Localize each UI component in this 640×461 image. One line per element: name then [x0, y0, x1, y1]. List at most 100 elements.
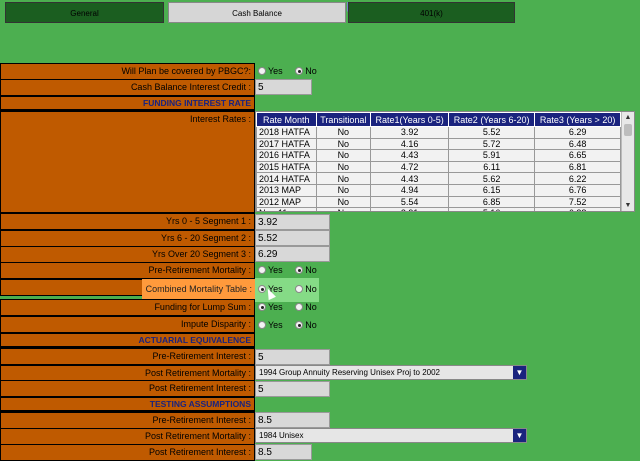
table-cell: 6.65 [534, 149, 621, 162]
col-rate2: Rate2 (Years 6-20) [448, 112, 536, 127]
radio-icon[interactable] [295, 303, 304, 311]
seg3-label: Yrs Over 20 Segment 3 : [0, 246, 255, 263]
table-row[interactable]: 2013 MAP No 4.94 6.15 6.76 [256, 183, 621, 197]
seg2-input[interactable]: 5.52 [255, 230, 330, 246]
table-scrollbar[interactable]: ▲ ▼ [621, 112, 634, 211]
radio-icon[interactable] [258, 321, 266, 329]
interest-rates-label: Interest Rates : [0, 111, 255, 213]
seg3-input[interactable]: 6.29 [255, 246, 330, 262]
table-cell: No [315, 126, 372, 139]
pbgc-label: Will Plan be covered by PBGC?: [0, 63, 255, 80]
table-cell: 4.43 [370, 172, 450, 185]
scroll-up-icon[interactable]: ▲ [622, 112, 634, 123]
ta-post-mort-select[interactable]: 1984 Unisex ▼ [255, 428, 527, 443]
table-cell: No [315, 149, 372, 162]
table-cell: 2017 HATFA [256, 137, 317, 151]
tab-401k[interactable]: 401(k) [348, 2, 515, 23]
ta-post-mort-label: Post Retirement Mortality : [0, 428, 255, 445]
table-row[interactable]: 2016 HATFA No 4.43 5.91 6.65 [256, 149, 621, 162]
table-cell: 4.16 [370, 137, 450, 151]
impute-no[interactable]: No [295, 320, 317, 330]
table-cell: 4.43 [370, 149, 450, 162]
ta-post-int-label: Post Retirement Interest : [0, 444, 255, 461]
ae-post-int-input[interactable]: 5 [255, 381, 330, 397]
impute-radio-group[interactable]: Yes No [258, 317, 327, 333]
ta-pre-int-label: Pre-Retirement Interest : [0, 412, 255, 429]
col-rate1: Rate1(Years 0-5) [370, 112, 450, 127]
table-cell: 5.91 [448, 149, 536, 162]
table-cell: No [315, 195, 372, 209]
table-cell: 2018 HATFA [256, 126, 317, 139]
ae-pre-int-input[interactable]: 5 [255, 349, 330, 365]
table-cell: 3.92 [370, 126, 450, 139]
table-cell: 6.15 [448, 183, 536, 197]
tab-general[interactable]: General [5, 2, 164, 23]
table-cell: 4.72 [370, 160, 450, 174]
comb-mort-no[interactable]: No [295, 284, 317, 294]
actuarial-equivalence-header: ACTUARIAL EQUIVALENCE [0, 333, 255, 348]
table-cell: 5.54 [370, 195, 450, 209]
tab-cash-balance[interactable]: Cash Balance [168, 2, 346, 23]
table-row[interactable]: 2015 HATFA No 4.72 6.11 6.81 [256, 160, 621, 174]
pre-mort-yes[interactable]: Yes [258, 265, 283, 275]
pre-mort-no[interactable]: No [295, 265, 317, 275]
table-cell: No [315, 172, 372, 185]
ta-post-int-input[interactable]: 8.5 [255, 444, 312, 460]
table-row[interactable]: Nov-11No2.915.166.28 [256, 207, 621, 211]
table-cell: 6.48 [534, 137, 621, 151]
table-cell: 2016 HATFA [256, 149, 317, 162]
table-cell: 5.62 [448, 172, 536, 185]
table-row[interactable]: 2018 HATFA No 3.92 5.52 6.29 [256, 126, 621, 139]
radio-icon[interactable] [258, 303, 266, 311]
table-cell: No [315, 207, 372, 211]
interest-rates-table[interactable]: Rate Month Transitional Rate1(Years 0-5)… [255, 111, 635, 212]
table-cell: 4.94 [370, 183, 450, 197]
pbgc-no[interactable]: No [295, 66, 317, 76]
table-cell: Nov-11 [256, 207, 317, 211]
table-cell: 5.16 [448, 207, 536, 211]
lump-yes[interactable]: Yes [258, 302, 283, 312]
table-cell: No [315, 137, 372, 151]
comb-mort-label: Combined Mortality Table : [142, 279, 255, 299]
impute-yes[interactable]: Yes [258, 320, 283, 330]
table-cell: 6.11 [448, 160, 536, 174]
table-cell: 6.81 [534, 160, 621, 174]
col-rate3: Rate3 (Years > 20) [534, 112, 621, 127]
col-transitional: Transitional [315, 112, 372, 127]
radio-icon[interactable] [258, 266, 266, 274]
radio-icon[interactable] [295, 266, 304, 274]
testing-assumptions-header: TESTING ASSUMPTIONS [0, 397, 255, 412]
chevron-down-icon[interactable]: ▼ [513, 366, 526, 379]
seg2-label: Yrs 6 - 20 Segment 2 : [0, 230, 255, 247]
table-cell: 2014 HATFA [256, 172, 317, 185]
funding-interest-rate-header: FUNDING INTEREST RATE [0, 96, 255, 111]
table-cell: 7.52 [534, 195, 621, 209]
scroll-thumb[interactable] [624, 124, 632, 136]
radio-icon[interactable] [295, 285, 304, 293]
lump-radio-group[interactable]: Yes No [258, 299, 327, 315]
rates-table: Rate Month Transitional Rate1(Years 0-5)… [256, 112, 621, 211]
table-cell: 2013 MAP [256, 183, 317, 197]
table-cell: 6.29 [534, 126, 621, 139]
pre-mort-label: Pre-Retirement Mortality : [0, 262, 255, 279]
seg1-input[interactable]: 3.92 [255, 214, 330, 230]
table-cell: No [315, 160, 372, 174]
table-row[interactable]: 2017 HATFA No 4.16 5.72 6.48 [256, 137, 621, 151]
scroll-down-icon[interactable]: ▼ [622, 200, 634, 211]
radio-icon[interactable] [295, 67, 304, 75]
ta-pre-int-input[interactable]: 8.5 [255, 412, 330, 428]
cb-credit-label: Cash Balance Interest Credit : [0, 79, 255, 96]
lump-no[interactable]: No [295, 302, 317, 312]
radio-icon[interactable] [295, 321, 304, 329]
radio-icon[interactable] [258, 67, 266, 75]
table-row[interactable]: 2012 MAP No 5.54 6.85 7.52 [256, 195, 621, 209]
pbgc-yes[interactable]: Yes [258, 66, 283, 76]
table-cell: 2015 HATFA [256, 160, 317, 174]
chevron-down-icon[interactable]: ▼ [513, 429, 526, 442]
table-cell: 6.76 [534, 183, 621, 197]
pre-mort-radio-group[interactable]: Yes No [258, 262, 327, 278]
table-row[interactable]: 2014 HATFA No 4.43 5.62 6.22 [256, 172, 621, 185]
pbgc-radio-group[interactable]: Yes No [258, 63, 327, 79]
ae-post-mort-select[interactable]: 1994 Group Annuity Reserving Unisex Proj… [255, 365, 527, 380]
cb-credit-input[interactable]: 5 [255, 79, 312, 95]
